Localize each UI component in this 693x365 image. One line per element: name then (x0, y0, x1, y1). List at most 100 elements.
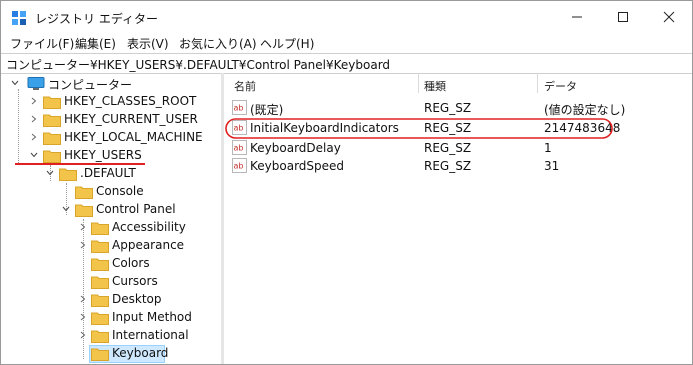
column-header-type[interactable]: 種類 (424, 78, 446, 94)
tree-label: International (112, 328, 189, 342)
column-header-data[interactable]: データ (544, 78, 577, 94)
chevron-right-icon (31, 115, 37, 123)
folder-open-icon (43, 150, 61, 163)
maximize-button[interactable] (600, 1, 646, 33)
chevron-right-icon (31, 97, 37, 105)
tree-node-accessibility[interactable]: Accessibility (1, 219, 219, 237)
tree-node-international[interactable]: International (1, 327, 219, 345)
folder-icon (43, 132, 61, 145)
minimize-button[interactable] (554, 1, 600, 33)
string-value-icon: ab (232, 140, 247, 155)
maximize-icon (618, 12, 628, 22)
tree-node-cursors[interactable]: Cursors (1, 273, 219, 291)
close-button[interactable] (646, 1, 692, 33)
tree-label: HKEY_LOCAL_MACHINE (64, 130, 203, 144)
folder-icon (91, 222, 109, 235)
folder-open-icon (91, 348, 109, 361)
folder-icon (43, 114, 61, 127)
value-name: KeyboardDelay (250, 141, 341, 155)
string-value-icon: ab (232, 158, 247, 173)
annotation-highlight (225, 118, 613, 139)
chevron-right-icon (31, 133, 37, 141)
string-value-icon: ab (232, 100, 247, 115)
folder-icon (91, 312, 109, 325)
svg-text:ab: ab (234, 162, 244, 171)
tree-label: .DEFAULT (80, 166, 136, 180)
folder-icon (43, 96, 61, 109)
folder-icon (91, 276, 109, 289)
table-row[interactable]: ab KeyboardDelay REG_SZ 1 (224, 139, 692, 157)
chevron-down-icon (30, 152, 38, 158)
chevron-right-icon (80, 241, 86, 249)
tree-label: HKEY_CURRENT_USER (64, 112, 198, 126)
menu-favorites[interactable]: お気に入り(A) (179, 35, 257, 52)
folder-open-icon (75, 204, 93, 217)
menu-file[interactable]: ファイル(F) (10, 35, 74, 52)
menu-bar: ファイル(F) 編集(E) 表示(V) お気に入り(A) ヘルプ(H) (1, 33, 692, 53)
column-header-name[interactable]: 名前 (234, 78, 256, 94)
tree-label: Keyboard (112, 346, 169, 360)
tree-node-hkey-current-user[interactable]: HKEY_CURRENT_USER (1, 111, 219, 129)
tree-node-computer[interactable]: コンピューター (1, 75, 219, 93)
tree-node-keyboard[interactable]: Keyboard (1, 345, 219, 363)
menu-edit[interactable]: 編集(E) (75, 35, 116, 52)
table-row[interactable]: ab KeyboardSpeed REG_SZ 31 (224, 157, 692, 175)
minimize-icon (572, 16, 582, 18)
value-type: REG_SZ (424, 141, 472, 155)
tree-label: Cursors (112, 274, 158, 288)
registry-editor-icon (12, 11, 26, 25)
address-path[interactable]: コンピューター¥HKEY_USERS¥.DEFAULT¥Control Pane… (6, 56, 390, 73)
table-row[interactable]: ab (既定) REG_SZ (値の設定なし) (224, 99, 692, 117)
chevron-down-icon (62, 206, 70, 212)
tree-node-appearance[interactable]: Appearance (1, 237, 219, 255)
tree-label: Desktop (112, 292, 162, 306)
chevron-right-icon (80, 313, 86, 321)
folder-icon (75, 186, 93, 199)
tree-label: Accessibility (112, 220, 186, 234)
chevron-right-icon (80, 331, 86, 339)
tree-label: Console (96, 184, 144, 198)
folder-icon (91, 240, 109, 253)
value-name: (既定) (250, 103, 284, 117)
value-data: 1 (544, 141, 552, 155)
tree-node-colors[interactable]: Colors (1, 255, 219, 273)
registry-editor-window: レジストリ エディター ファイル(F) 編集(E) 表示(V) お気に入り(A)… (0, 0, 693, 365)
value-data: 31 (544, 159, 560, 173)
window-title: レジストリ エディター (35, 12, 158, 26)
svg-text:ab: ab (234, 104, 244, 113)
value-data: (値の設定なし) (544, 103, 626, 117)
computer-icon (27, 77, 45, 90)
value-type: REG_SZ (424, 101, 472, 115)
column-header-row: 名前 種類 データ (224, 73, 692, 93)
chevron-down-icon (11, 80, 19, 86)
tree-node-hkey-local-machine[interactable]: HKEY_LOCAL_MACHINE (1, 129, 219, 147)
title-bar[interactable]: レジストリ エディター (1, 1, 692, 33)
values-list[interactable]: 名前 種類 データ ab (既定) REG_SZ (値の設定なし) ab Ini… (224, 73, 692, 364)
tree-node-control-panel[interactable]: Control Panel (1, 201, 219, 219)
svg-text:ab: ab (234, 144, 244, 153)
chevron-right-icon (80, 223, 86, 231)
tree-pane[interactable]: コンピューター HKEY_CLASSES_ROOT HKEY_CURRENT_U… (1, 73, 219, 364)
menu-help[interactable]: ヘルプ(H) (260, 35, 314, 52)
tree-node-hkey-users[interactable]: HKEY_USERS (1, 147, 219, 165)
column-divider[interactable] (418, 73, 419, 93)
tree-node-desktop[interactable]: Desktop (1, 291, 219, 309)
tree-label: Input Method (112, 310, 192, 324)
tree-label: Appearance (112, 238, 185, 252)
folder-open-icon (59, 168, 77, 181)
tree-node-default[interactable]: .DEFAULT (1, 165, 219, 183)
value-name: KeyboardSpeed (250, 159, 345, 173)
tree-label: Colors (112, 256, 150, 270)
value-type: REG_SZ (424, 159, 472, 173)
tree-label: Control Panel (96, 202, 176, 216)
address-bar[interactable]: コンピューター¥HKEY_USERS¥.DEFAULT¥Control Pane… (1, 53, 692, 74)
tree-node-console[interactable]: Console (1, 183, 219, 201)
tree-node-hkey-classes-root[interactable]: HKEY_CLASSES_ROOT (1, 93, 219, 111)
folder-icon (91, 294, 109, 307)
column-divider[interactable] (537, 73, 538, 93)
tree-label: HKEY_USERS (64, 148, 142, 162)
chevron-down-icon (46, 170, 54, 176)
tree-node-input-method[interactable]: Input Method (1, 309, 219, 327)
menu-view[interactable]: 表示(V) (127, 35, 169, 52)
chevron-right-icon (80, 295, 86, 303)
